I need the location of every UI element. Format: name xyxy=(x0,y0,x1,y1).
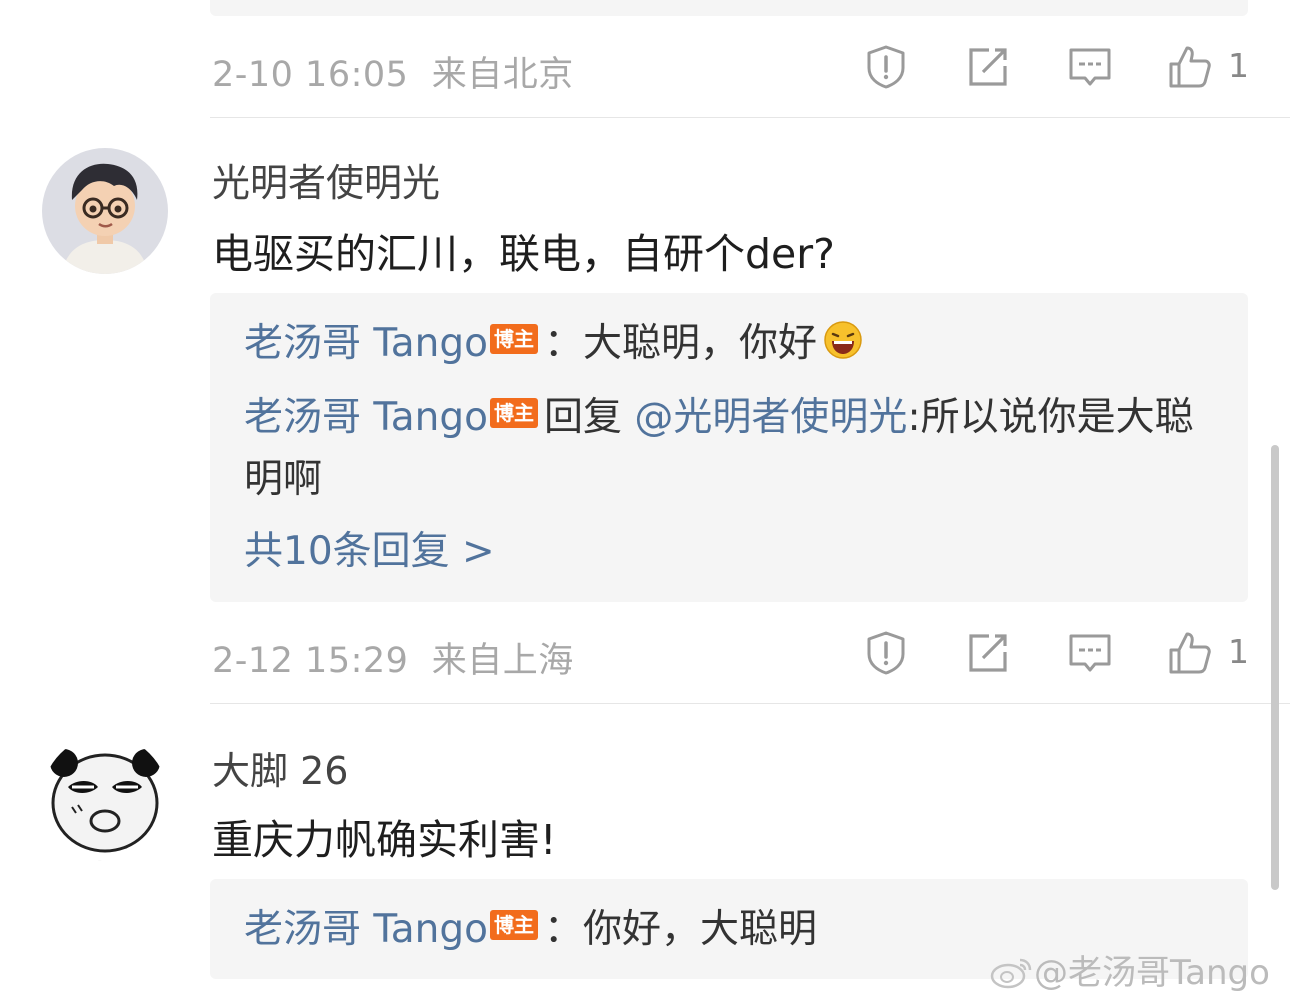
comment-meta: 2-10 16:05 来自北京 xyxy=(212,46,574,97)
comment-location: 来自北京 xyxy=(431,55,574,95)
comment-text: 电驱买的汇川，联电，自研个der? xyxy=(212,230,835,278)
comment-icon[interactable] xyxy=(1067,44,1113,90)
laugh-emoji-icon xyxy=(824,321,862,359)
reply-box: 老汤哥 Tango 博主 ：大聪明，你好 老汤哥 Tango 博主 回复 @光明者使明光… xyxy=(210,293,1248,602)
comment-username[interactable]: 大脚 26 xyxy=(212,740,348,795)
report-icon[interactable] xyxy=(863,44,909,90)
comment-actions: 1 xyxy=(860,630,1250,680)
reply-author[interactable]: 老汤哥 Tango xyxy=(244,395,488,440)
blogger-badge: 博主 xyxy=(490,910,538,940)
blogger-badge: 博主 xyxy=(490,324,538,354)
reply-item: 老汤哥 Tango 博主 回复 @光明者使明光:所以说你是大聪明啊 xyxy=(244,387,1214,511)
comment-actions: 1 xyxy=(860,44,1250,94)
weibo-logo-icon xyxy=(990,958,1032,989)
like-icon[interactable] xyxy=(1167,630,1213,676)
more-replies-link[interactable]: 共10条回复 > xyxy=(244,521,1214,583)
avatar[interactable] xyxy=(42,148,168,274)
avatar[interactable] xyxy=(42,735,168,861)
divider xyxy=(210,117,1290,118)
report-icon[interactable] xyxy=(863,630,909,676)
reply-item: 老汤哥 Tango 博主 ：大聪明，你好 xyxy=(244,313,1214,375)
comment-text: 重庆力帆确实利害! xyxy=(212,816,557,864)
scrollbar[interactable] xyxy=(1271,445,1279,890)
reply-author[interactable]: 老汤哥 Tango xyxy=(244,321,488,366)
previous-reply-box xyxy=(210,0,1248,16)
reply-author[interactable]: 老汤哥 Tango xyxy=(244,907,488,952)
reply-sep: ： xyxy=(544,321,584,366)
comment-username[interactable]: 光明者使明光 xyxy=(212,152,440,207)
repost-icon[interactable] xyxy=(965,630,1011,676)
comment-icon[interactable] xyxy=(1067,630,1113,676)
comment-meta: 2-12 15:29 来自上海 xyxy=(212,632,574,683)
comment-date: 2-12 15:29 xyxy=(212,641,409,681)
like-icon[interactable] xyxy=(1167,44,1213,90)
repost-icon[interactable] xyxy=(965,44,1011,90)
watermark-text: @老汤哥Tango xyxy=(1034,953,1270,993)
comment-date: 2-10 16:05 xyxy=(212,55,409,95)
reply-sep: ： xyxy=(544,907,584,952)
like-count: 1 xyxy=(1228,46,1249,85)
blogger-badge: 博主 xyxy=(490,398,538,428)
reply-prefix: 回复 xyxy=(544,395,623,440)
comment-location: 来自上海 xyxy=(431,641,574,681)
reply-text: 大聪明，你好 xyxy=(583,321,818,366)
watermark: @老汤哥Tango xyxy=(990,945,1270,994)
divider xyxy=(210,703,1290,704)
like-count: 1 xyxy=(1228,632,1249,671)
reply-mention[interactable]: @光明者使明光 xyxy=(634,395,907,440)
reply-text: 你好，大聪明 xyxy=(583,907,818,952)
